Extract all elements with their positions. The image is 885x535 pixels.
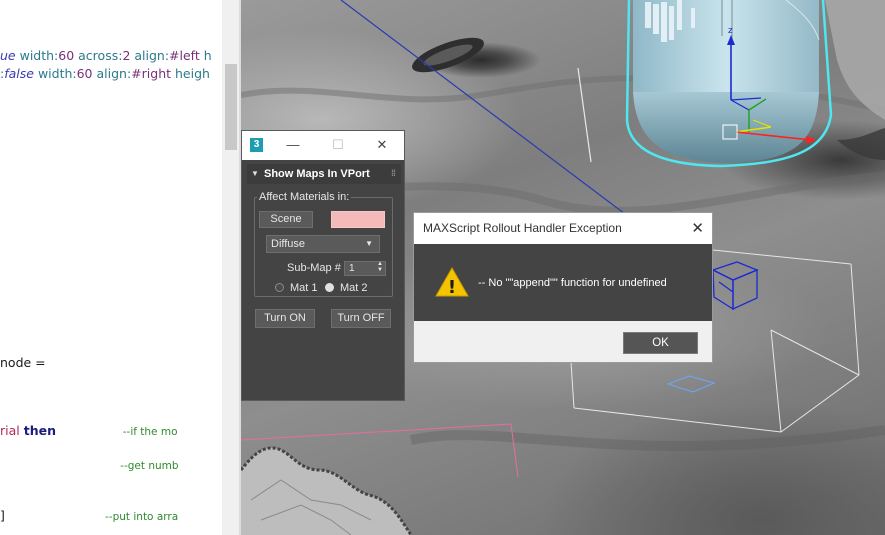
light-icon	[666, 375, 716, 393]
code-token: then	[23, 423, 56, 438]
show-maps-window: 3 — ☐ ✕ ▼ Show Maps In VPort ⁞⁞ Affect M…	[241, 130, 405, 401]
drag-grip-icon[interactable]: ⁞⁞	[391, 163, 396, 183]
script-editor[interactable]: ue width:60 across:2 align:#left h :fals…	[0, 0, 222, 535]
exception-dialog: MAXScript Rollout Handler Exception ✕ ! …	[413, 212, 713, 363]
code-token: h	[199, 48, 212, 63]
group-label: Affect Materials in:	[257, 191, 352, 203]
code-token: across:	[74, 48, 123, 63]
error-message: -- No ""append"" function for undefined	[478, 277, 667, 289]
terrain-ridge	[409, 425, 885, 452]
dialog-title: MAXScript Rollout Handler Exception	[423, 221, 622, 235]
code-token: 60	[76, 66, 93, 81]
radio-mat1[interactable]	[275, 283, 284, 292]
submap-spinner[interactable]: 1 ▲▼	[344, 261, 386, 276]
spinner-arrows-icon[interactable]: ▲▼	[377, 261, 383, 273]
window-titlebar[interactable]: 3 — ☐ ✕	[242, 131, 404, 160]
scene-button[interactable]: Scene	[259, 211, 313, 228]
selection-button[interactable]	[331, 211, 385, 228]
minimize-icon[interactable]: —	[283, 137, 303, 153]
warning-icon: !	[435, 267, 469, 297]
radio-mat2[interactable]	[325, 283, 334, 292]
collapse-arrow-icon[interactable]: ▼	[251, 164, 259, 184]
code-token: #right	[131, 66, 172, 81]
code-token: --get numb	[0, 460, 179, 472]
turn-on-button[interactable]: Turn ON	[255, 309, 315, 328]
code-token: #left	[169, 48, 200, 63]
code-token: align:	[92, 66, 132, 81]
dialog-titlebar[interactable]: MAXScript Rollout Handler Exception ✕	[414, 213, 712, 244]
code-token: 60	[58, 48, 75, 63]
code-token: false	[4, 66, 34, 81]
dialog-body: ! -- No ""append"" function for undefine…	[414, 244, 712, 321]
code-token: node =	[0, 355, 46, 370]
selected-cylinder	[625, 0, 833, 168]
3dsmax-app-icon: 3	[250, 138, 263, 152]
code-token: --if the mo	[55, 426, 178, 438]
map-type-dropdown[interactable]: Diffuse ▼	[266, 235, 380, 253]
chevron-down-icon: ▼	[365, 239, 373, 248]
editor-scroll-thumb[interactable]	[225, 64, 237, 150]
code-line: --get numb	[0, 457, 179, 474]
radio-mat1-label: Mat 1	[290, 282, 318, 294]
rock-mesh	[241, 446, 413, 535]
rollout-header[interactable]: ▼ Show Maps In VPort ⁞⁞	[247, 164, 401, 184]
radio-mat2-label: Mat 2	[340, 282, 368, 294]
close-icon[interactable]: ✕	[691, 219, 704, 237]
rollout-title: Show Maps In VPort	[264, 168, 370, 180]
code-token: rial	[0, 423, 24, 438]
wire-cube	[711, 261, 759, 311]
code-token: heigh	[171, 66, 210, 81]
close-icon[interactable]: ✕	[372, 137, 392, 153]
code-token: width:	[33, 66, 77, 81]
code-line: :false width:60 align:#right heigh	[0, 66, 210, 82]
code-line: rial then --if the mo	[0, 423, 178, 440]
submap-value[interactable]: 1	[349, 262, 355, 275]
code-token: ue	[0, 48, 16, 63]
code-line: ] --put into arra	[0, 508, 178, 525]
submap-label: Sub-Map #	[287, 262, 341, 274]
code-token: align:	[130, 48, 170, 63]
dropdown-value: Diffuse	[271, 238, 306, 250]
maximize-icon[interactable]: ☐	[328, 137, 348, 153]
code-line: node =	[0, 355, 46, 371]
code-token: width:	[15, 48, 59, 63]
svg-text:z: z	[728, 26, 733, 36]
ok-button[interactable]: OK	[623, 332, 698, 354]
code-line: ue width:60 across:2 align:#left h	[0, 48, 212, 64]
svg-text:!: !	[448, 277, 456, 297]
turn-off-button[interactable]: Turn OFF	[331, 309, 391, 328]
code-token: --put into arra	[4, 511, 179, 523]
